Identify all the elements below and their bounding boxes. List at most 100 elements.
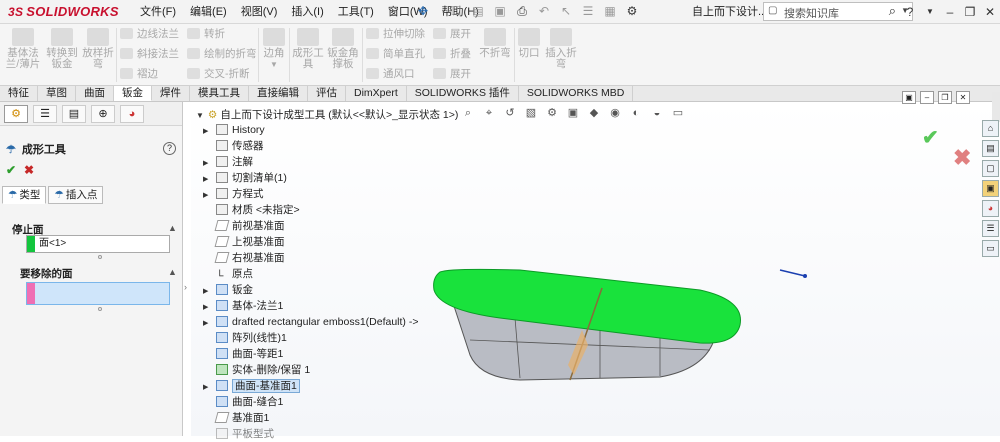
previous-view-icon[interactable]: ↺ [502, 105, 518, 121]
zoom-area-icon[interactable]: ⌖ [481, 105, 497, 121]
appearances-icon[interactable]: ◕ [982, 200, 999, 217]
tree-item-history[interactable]: ▶ History [203, 123, 265, 138]
chevron-right-icon[interactable]: ▶ [203, 284, 213, 299]
property-manager-icon[interactable]: ☰ [33, 104, 57, 123]
viewport-restore-button[interactable]: ❐ [938, 91, 952, 104]
tree-item-right-plane[interactable]: 右视基准面 [203, 251, 285, 266]
sketched-bend-button[interactable]: 绘制的折弯 [187, 48, 257, 60]
new-document-icon[interactable]: ☐ [448, 3, 464, 20]
chevron-right-icon[interactable]: ▶ [203, 156, 213, 171]
tree-item-sensors[interactable]: 传感器 [203, 139, 264, 154]
search-icon[interactable]: ⌕ [889, 3, 896, 19]
tab-surfaces[interactable]: 曲面 [76, 86, 114, 101]
apply-scene-icon[interactable]: ◒ [649, 105, 665, 121]
tab-mold-tools[interactable]: 模具工具 [190, 86, 249, 101]
lofted-bend-button[interactable]: 放样折弯 [80, 28, 116, 70]
help-question-icon[interactable]: ? [900, 0, 920, 24]
miter-flange-button[interactable]: 斜接法兰 [120, 48, 179, 60]
chevron-right-icon[interactable]: ▶ [203, 316, 213, 331]
feature-manager-icon[interactable]: ⚙ [4, 104, 28, 123]
simple-hole-button[interactable]: 简单直孔 [366, 48, 425, 60]
corners-button[interactable]: 边角 ▼ [260, 28, 288, 70]
edge-flange-button[interactable]: 边线法兰 [120, 28, 179, 40]
tab-features[interactable]: 特征 [0, 86, 38, 101]
chevron-right-icon[interactable]: › [184, 282, 187, 292]
edit-appearance-icon[interactable]: ◐ [628, 105, 644, 121]
cancel-icon[interactable]: ✖ [24, 163, 34, 177]
tree-item-cut-list[interactable]: ▶ 切割清单(1) [203, 171, 287, 186]
display-manager-icon[interactable]: ◕ [120, 104, 144, 123]
hide-show-icon[interactable]: ◉ [607, 105, 623, 121]
close-button[interactable]: ✕ [980, 0, 1000, 24]
search-scope-icon[interactable]: ▢ [768, 5, 777, 16]
custom-properties-icon[interactable]: ☰ [982, 220, 999, 237]
scrollbar[interactable] [992, 92, 1000, 122]
ok-icon[interactable]: ✔ [6, 163, 16, 177]
file-explorer-icon[interactable]: ▢ [982, 160, 999, 177]
section-view-icon[interactable]: ▧ [523, 105, 539, 121]
restore-button[interactable]: ❐ [960, 0, 980, 24]
forum-icon[interactable]: ▭ [982, 240, 999, 257]
feature-tree-root[interactable]: ▼ ⚙ 自上而下设计成型工具 (默认<<默认>_显示状态 1>) [196, 107, 458, 122]
hem-button[interactable]: 褶边 [120, 68, 158, 80]
no-bends-button[interactable]: 不折弯 [478, 28, 512, 59]
stop-face-selection-field[interactable]: 面<1> [26, 235, 170, 253]
chevron-down-icon[interactable]: ▼ [196, 111, 204, 120]
cross-break-button[interactable]: 交叉-折断 [187, 68, 250, 80]
graphics-area[interactable] [191, 102, 1000, 436]
vent-button[interactable]: 通风口 [366, 68, 415, 80]
tree-item-offset-surface[interactable]: 曲面-等距1 [203, 347, 283, 362]
flatten-button[interactable]: 展开 [433, 68, 471, 80]
tree-item-annotations[interactable]: ▶ 注解 [203, 155, 253, 170]
tree-item-emboss[interactable]: ▶ drafted rectangular emboss1(Default) -> [203, 315, 418, 330]
tree-item-material[interactable]: 材质 <未指定> [203, 203, 300, 218]
chevron-right-icon[interactable]: ▶ [203, 172, 213, 187]
menu-edit[interactable]: 编辑(E) [183, 0, 234, 24]
help-dropdown-icon[interactable]: ▼ [920, 0, 940, 24]
tree-item-base-flange[interactable]: ▶ 基体-法兰1 [203, 299, 283, 314]
search-knowledge-base-field[interactable]: ▢ 搜索知识库 ⌕ ▼ [763, 2, 913, 21]
file-properties-icon[interactable]: ▦ [602, 3, 618, 20]
confirmation-ok-icon[interactable]: ✔ [922, 125, 939, 150]
menu-tools[interactable]: 工具(T) [331, 0, 381, 24]
minimize-button[interactable]: – [940, 0, 960, 24]
zoom-to-fit-icon[interactable]: ⌕ [460, 105, 476, 121]
tree-item-linear-pattern[interactable]: 阵列(线性)1 [203, 331, 287, 346]
tab-insert-point[interactable]: ☂ 插入点 [48, 186, 104, 204]
viewport-close-button[interactable]: ✕ [956, 91, 970, 104]
save-icon[interactable]: ▣ [492, 3, 508, 20]
tab-solidworks-addins[interactable]: SOLIDWORKS 插件 [407, 86, 519, 101]
tab-weldments[interactable]: 焊件 [152, 86, 190, 101]
tree-item-flat-pattern[interactable]: 平板型式 [203, 427, 274, 442]
resize-handle[interactable] [98, 255, 102, 259]
select-icon[interactable]: ↖ [558, 3, 574, 20]
menu-insert[interactable]: 插入(I) [284, 0, 330, 24]
tab-sketch[interactable]: 草图 [38, 86, 76, 101]
help-icon[interactable]: ? [163, 142, 176, 155]
display-style-icon[interactable]: ◆ [586, 105, 602, 121]
tile-icon[interactable]: ▣ [902, 91, 916, 104]
tab-solidworks-mbd[interactable]: SOLIDWORKS MBD [519, 86, 634, 101]
insert-bends-button[interactable]: 插入折弯 [543, 28, 579, 70]
tree-item-sheet-metal[interactable]: ▶ 钣金 [203, 283, 253, 298]
view-palette-icon[interactable]: ▣ [982, 180, 999, 197]
tab-dimxpert[interactable]: DimXpert [346, 86, 407, 101]
faces-to-remove-field[interactable] [26, 282, 170, 305]
jog-button[interactable]: 转折 [187, 28, 225, 40]
configuration-manager-icon[interactable]: ▤ [62, 104, 86, 123]
forming-tool-button[interactable]: 成形工具 [291, 28, 325, 70]
sheetmetal-gusset-button[interactable]: 钣金角 撑板 [326, 28, 360, 70]
tree-item-equations[interactable]: ▶ 方程式 [203, 187, 264, 202]
menu-file[interactable]: 文件(F) [133, 0, 183, 24]
fold-button[interactable]: 折叠 [433, 48, 471, 60]
rip-button[interactable]: 切口 [516, 28, 542, 59]
pin-icon[interactable]: ✥ [418, 4, 428, 18]
tab-evaluate[interactable]: 评估 [308, 86, 346, 101]
chevron-up-icon[interactable]: ▲ [168, 267, 177, 277]
convert-to-sheetmetal-button[interactable]: 转换到 钣金 [44, 28, 80, 70]
base-flange-button[interactable]: 基体法 兰/薄片 [2, 28, 44, 70]
print-icon[interactable]: ⎙ [514, 3, 530, 20]
dynamic-annotation-icon[interactable]: ⚙ [544, 105, 560, 121]
confirmation-cancel-icon[interactable]: ✖ [953, 145, 971, 171]
rebuild-icon[interactable]: ☰ [580, 3, 596, 20]
